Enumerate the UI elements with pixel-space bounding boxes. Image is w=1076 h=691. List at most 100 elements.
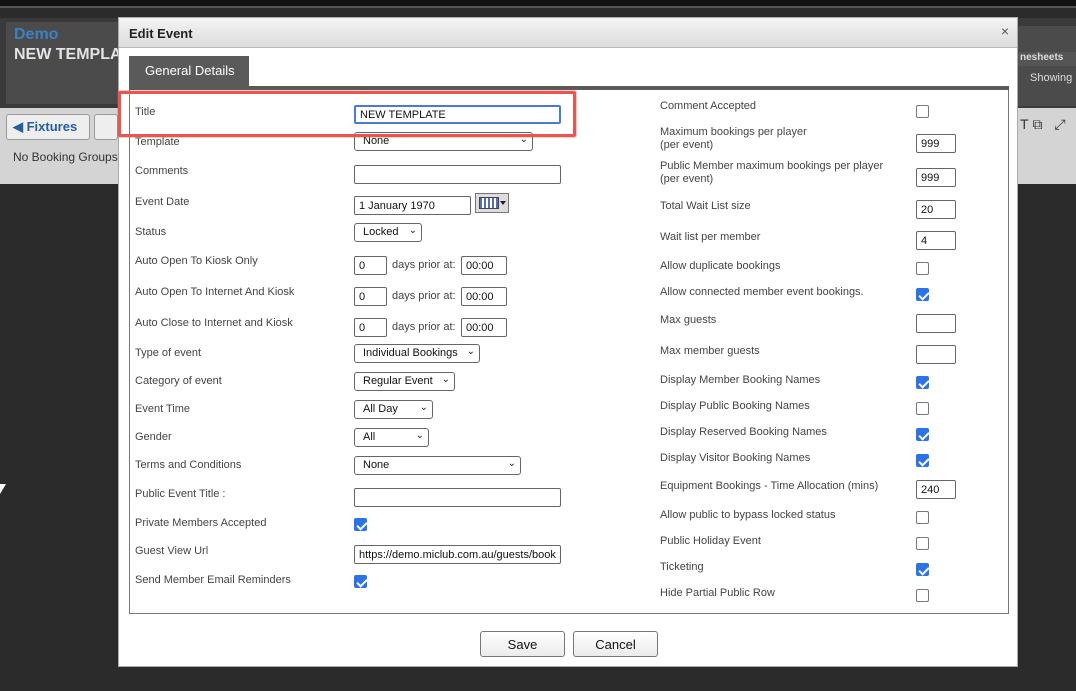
internet-kiosk-prior-text: days prior at: — [392, 290, 456, 302]
save-button[interactable]: Save — [480, 631, 565, 657]
cancel-button[interactable]: Cancel — [573, 631, 658, 657]
event-time-select-value: All Day — [363, 403, 398, 415]
public-title-label: Public Event Title : — [135, 488, 226, 500]
max-member-guests-input[interactable] — [916, 345, 956, 364]
kiosk-only-days-input[interactable] — [354, 256, 387, 275]
kiosk-only-label: Auto Open To Kiosk Only — [135, 255, 258, 267]
bypass-locked-label: Allow public to bypass locked status — [660, 509, 836, 521]
dialog-title: Edit Event — [129, 26, 193, 41]
hide-partial-checkbox[interactable] — [916, 589, 929, 602]
email-reminders-label: Send Member Email Reminders — [135, 574, 291, 586]
allow-duplicate-label: Allow duplicate bookings — [660, 260, 781, 272]
display-visitor-checkbox[interactable] — [916, 454, 929, 467]
kiosk-only-time-input[interactable] — [461, 256, 507, 275]
display-visitor-label: Display Visitor Booking Names — [660, 452, 811, 464]
wait-list-size-input[interactable] — [916, 200, 956, 219]
top-strip — [0, 0, 1076, 8]
chevron-down-icon: ⌄ — [507, 458, 516, 469]
allow-connected-checkbox[interactable] — [916, 288, 929, 301]
display-reserved-label: Display Reserved Booking Names — [660, 426, 827, 438]
comment-accepted-checkbox[interactable] — [916, 105, 929, 118]
tab-general-details[interactable]: General Details — [129, 56, 249, 86]
background-right-panel — [1018, 26, 1076, 106]
no-booking-groups-text: No Booking Groups — [13, 150, 118, 164]
status-select[interactable]: Locked ⌄ — [354, 223, 422, 242]
chevron-down-icon: ⌄ — [466, 346, 475, 357]
auto-close-prior-text: days prior at: — [392, 321, 456, 333]
guest-url-label: Guest View Url — [135, 545, 209, 557]
category-select[interactable]: Regular Event ⌄ — [354, 372, 455, 391]
status-select-value: Locked — [363, 226, 399, 238]
type-of-event-select[interactable]: Individual Bookings ⌄ — [354, 344, 480, 363]
equipment-input[interactable] — [916, 480, 956, 499]
max-per-player-input[interactable] — [916, 134, 956, 153]
public-holiday-checkbox[interactable] — [916, 537, 929, 550]
auto-close-label: Auto Close to Internet and Kiosk — [135, 317, 293, 329]
display-member-checkbox[interactable] — [916, 376, 929, 389]
private-members-checkbox[interactable] — [354, 518, 367, 531]
auto-close-time-input[interactable] — [461, 318, 507, 337]
background-event-name: NEW TEMPLA — [14, 46, 122, 63]
hide-partial-label: Hide Partial Public Row — [660, 587, 775, 599]
max-guests-input[interactable] — [916, 314, 956, 333]
ticketing-label: Ticketing — [660, 561, 704, 573]
type-of-event-select-value: Individual Bookings — [363, 347, 458, 359]
event-time-select[interactable]: All Day ⌄ — [354, 400, 433, 419]
bypass-locked-checkbox[interactable] — [916, 511, 929, 524]
internet-kiosk-days-input[interactable] — [354, 287, 387, 306]
max-per-player-label-line2: (per event) — [660, 139, 714, 151]
chevron-down-icon: ⌄ — [415, 430, 424, 441]
gender-label: Gender — [135, 431, 172, 443]
mouse-cursor-icon — [0, 484, 6, 494]
auto-close-days-input[interactable] — [354, 318, 387, 337]
equipment-label: Equipment Bookings - Time Allocation (mi… — [660, 480, 879, 492]
gender-select[interactable]: All ⌄ — [354, 428, 429, 447]
wait-per-member-input[interactable] — [916, 231, 956, 250]
event-date-label: Event Date — [135, 196, 190, 208]
internet-kiosk-time-input[interactable] — [461, 287, 507, 306]
public-max-input[interactable] — [916, 168, 956, 187]
event-date-input[interactable] — [354, 196, 471, 215]
allow-duplicate-checkbox[interactable] — [916, 262, 929, 275]
status-label: Status — [135, 226, 167, 238]
public-max-label-line2: (per event) — [660, 173, 714, 185]
background-showing-label: Showing — [1030, 72, 1073, 84]
max-per-player-label-line1: Maximum bookings per player — [660, 126, 807, 138]
display-public-label: Display Public Booking Names — [660, 400, 810, 412]
wait-list-size-label: Total Wait List size — [660, 200, 751, 212]
background-timesheets-tab[interactable]: nesheets — [1018, 52, 1076, 66]
terms-label: Terms and Conditions — [135, 459, 242, 471]
private-members-label: Private Members Accepted — [135, 517, 267, 529]
wait-per-member-label: Wait list per member — [660, 231, 761, 243]
background-app-title: Demo — [14, 26, 59, 43]
comment-accepted-label: Comment Accepted — [660, 100, 756, 112]
public-max-label-line1: Public Member maximum bookings per playe… — [660, 160, 884, 172]
title-highlight-box — [118, 91, 576, 137]
type-of-event-label: Type of event — [135, 347, 202, 359]
background-secondary-button[interactable] — [94, 114, 118, 140]
guest-url-input[interactable] — [354, 545, 561, 564]
gender-select-value: All — [363, 431, 376, 443]
display-reserved-checkbox[interactable] — [916, 428, 929, 441]
chevron-down-icon: ⌄ — [419, 402, 428, 413]
public-max-label: Public Member maximum bookings per playe… — [660, 160, 883, 186]
general-details-panel: Title Template None⌄ Comments Event Date… — [129, 90, 1009, 614]
comments-input[interactable] — [354, 165, 561, 184]
internet-kiosk-label: Auto Open To Internet And Kiosk — [135, 286, 295, 298]
toolbar-icons[interactable]: T⧉ ⤢ — [1020, 116, 1070, 133]
display-public-checkbox[interactable] — [916, 402, 929, 415]
email-reminders-checkbox[interactable] — [354, 575, 367, 588]
max-member-guests-label: Max member guests — [660, 345, 760, 357]
event-time-label: Event Time — [135, 403, 191, 415]
terms-select[interactable]: None ⌄ — [354, 456, 521, 475]
public-holiday-label: Public Holiday Event — [660, 535, 761, 547]
category-select-value: Regular Event — [363, 375, 433, 387]
public-title-input[interactable] — [354, 488, 561, 507]
fixtures-button[interactable]: ◀ Fixtures — [6, 114, 90, 140]
close-icon[interactable]: × — [1001, 23, 1009, 39]
ticketing-checkbox[interactable] — [916, 563, 929, 576]
display-member-label: Display Member Booking Names — [660, 374, 821, 386]
comments-label: Comments — [135, 165, 189, 177]
calendar-icon[interactable] — [475, 193, 509, 213]
max-guests-label: Max guests — [660, 314, 717, 326]
